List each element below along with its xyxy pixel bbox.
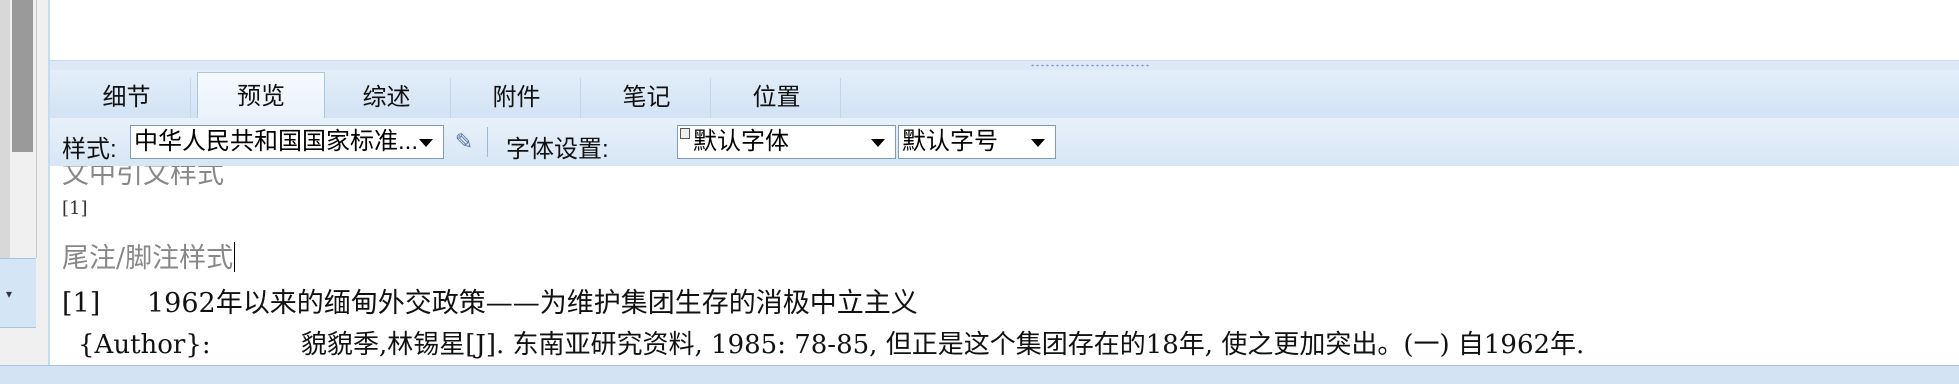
tab-preview[interactable]: 预览: [197, 72, 325, 118]
tab-bar: 细节 预览 综述 附件 笔记 位置: [50, 70, 1959, 119]
text-caret: [234, 242, 236, 272]
collapse-button[interactable]: ▾: [0, 258, 36, 328]
edit-style-icon[interactable]: ✎: [451, 129, 477, 155]
dropdown-arrow-icon: [1031, 139, 1045, 147]
reference-number: [1]: [62, 288, 101, 319]
tab-location[interactable]: 位置: [713, 78, 841, 118]
font-size-select[interactable]: 默认字号: [898, 125, 1056, 159]
author-field-name: {Author}:: [78, 330, 211, 360]
style-select-value: 中华人民共和国国家标准...: [134, 128, 419, 155]
style-select[interactable]: 中华人民共和国国家标准...: [130, 125, 444, 159]
left-scrollbar-thumb[interactable]: [12, 0, 33, 152]
tab-attachments[interactable]: 附件: [453, 78, 581, 118]
font-select-value: 默认字体: [693, 128, 789, 155]
reference-title: 1962年以来的缅甸外交政策——为维护集团生存的消极中立主义: [147, 288, 918, 319]
reference-entry-title: [1] 1962年以来的缅甸外交政策——为维护集团生存的消极中立主义: [62, 281, 918, 320]
triangle-down-icon: ▾: [6, 287, 13, 301]
font-select[interactable]: 默认字体: [677, 125, 896, 159]
font-settings-label: 字体设置:: [506, 136, 609, 163]
dropdown-arrow-icon: [419, 139, 433, 147]
in-text-citation-heading: 文中引文样式: [62, 166, 224, 190]
citation-mark: [1]: [62, 198, 88, 219]
font-size-select-value: 默认字号: [902, 128, 998, 155]
preview-area[interactable]: 文中引文样式 [1] 尾注/脚注样式 [1] 1962年以来的缅甸外交政策——为维…: [50, 166, 1959, 365]
toolbar-separator: [487, 127, 488, 157]
reference-detail-text: 貌貌季,林锡星[J]. 东南亚研究资料, 1985: 78-85, 但正是这个集…: [301, 330, 1585, 360]
grip-dots-icon: [1030, 64, 1150, 67]
style-label: 样式:: [62, 136, 117, 163]
left-panel: ▾: [0, 0, 48, 383]
left-panel-divider: [36, 0, 37, 258]
left-scrollbar-track[interactable]: [0, 0, 10, 258]
endnote-style-heading-text: 尾注/脚注样式: [62, 243, 234, 274]
tab-summary[interactable]: 综述: [323, 78, 451, 118]
bottom-scrollbar[interactable]: [0, 365, 1959, 384]
tab-notes[interactable]: 笔记: [583, 78, 711, 118]
endnote-style-heading: 尾注/脚注样式: [62, 236, 236, 275]
tab-details[interactable]: 细节: [63, 78, 191, 118]
preview-toolbar: 样式: 中华人民共和国国家标准... ✎ 字体设置: 默认字体 默认字号: [50, 118, 1959, 167]
font-icon: [680, 128, 690, 139]
dropdown-arrow-icon: [871, 139, 885, 147]
reference-entry-detail: {Author}: 貌貌季,林锡星[J]. 东南亚研究资料, 1985: 78-8…: [78, 324, 1584, 361]
